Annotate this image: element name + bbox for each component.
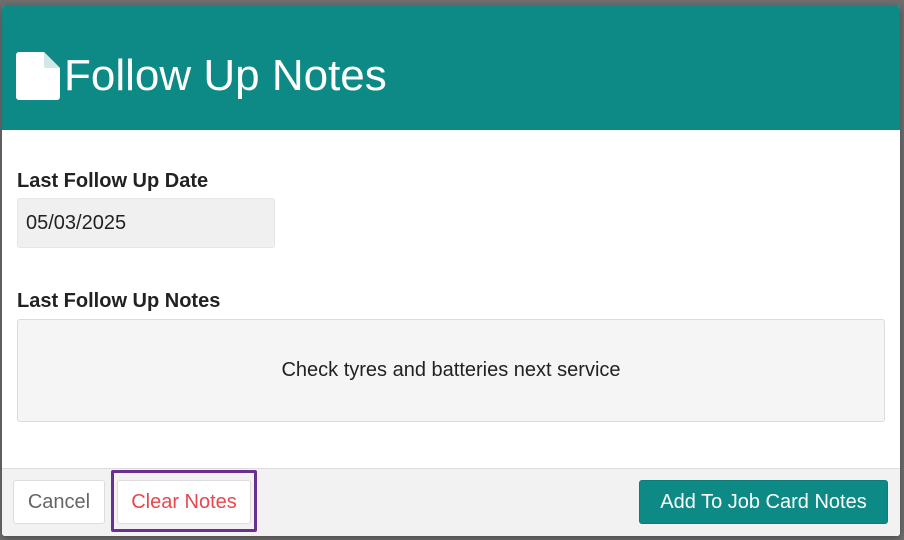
clear-notes-button[interactable]: Clear Notes [117,480,251,524]
document-icon [16,52,60,100]
last-follow-up-notes-box: Check tyres and batteries next service [17,319,885,422]
clear-notes-highlight: Clear Notes [111,470,257,532]
last-follow-up-date-label: Last Follow Up Date [17,170,209,192]
cancel-button[interactable]: Cancel [13,480,105,524]
modal-title: Follow Up Notes [64,51,387,100]
last-follow-up-date-input[interactable] [17,198,275,248]
follow-up-notes-modal: Follow Up Notes Last Follow Up Date Last… [2,6,900,536]
last-follow-up-notes-label: Last Follow Up Notes [17,290,221,312]
add-to-job-card-notes-button[interactable]: Add To Job Card Notes [639,480,888,524]
modal-footer: Cancel Clear Notes Add To Job Card Notes [2,468,900,536]
modal-body: Last Follow Up Date Last Follow Up Notes… [2,130,900,468]
last-follow-up-notes-text: Check tyres and batteries next service [281,359,621,381]
modal-header: Follow Up Notes [2,6,900,130]
